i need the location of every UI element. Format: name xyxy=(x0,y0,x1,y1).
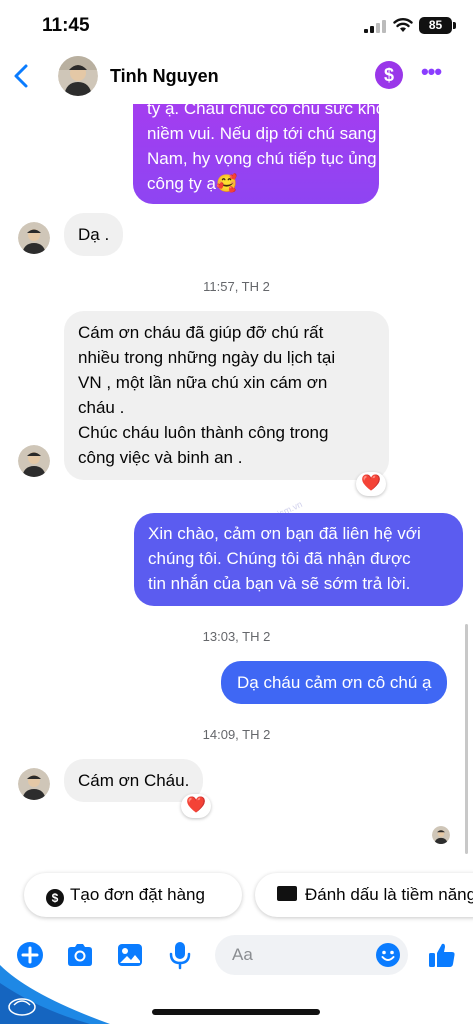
message-line: tin nhắn của bạn và sẽ sớm trả lời. xyxy=(148,574,411,593)
image-icon[interactable] xyxy=(115,940,145,970)
quick-actions: $ Tạo đơn đặt hàng Đánh dấu là tiềm năng xyxy=(0,873,473,919)
battery-cap xyxy=(453,22,456,29)
message-line: nhiều trong những ngày du lịch tại xyxy=(78,348,336,367)
dollar-icon[interactable]: $ xyxy=(375,61,403,89)
timestamp: 11:57, TH 2 xyxy=(203,279,270,294)
message-line: Dạ . xyxy=(78,225,110,244)
create-order-label: Tạo đơn đặt hàng xyxy=(70,885,205,904)
message-line: VN , một lần nữa chú xin cám ơn xyxy=(78,373,328,392)
heart-reaction[interactable]: ❤️ xyxy=(356,472,386,496)
avatar[interactable] xyxy=(18,445,50,477)
dollar-icon: $ xyxy=(46,889,64,907)
message-line: Xin chào, cảm ơn bạn đã liên hệ với xyxy=(148,524,421,543)
message-incoming[interactable]: Cám ơn Cháu. xyxy=(64,759,204,802)
create-order-button[interactable]: $ Tạo đơn đặt hàng xyxy=(24,873,242,917)
avatar[interactable] xyxy=(18,222,50,254)
message-line: công ty ạ🥰 xyxy=(147,174,238,193)
mark-lead-button[interactable]: Đánh dấu là tiềm năng xyxy=(255,873,473,917)
timestamp: 13:03, TH 2 xyxy=(202,629,271,644)
home-indicator[interactable] xyxy=(152,1009,320,1015)
message-line: Chúc cháu luôn thành công trong xyxy=(78,423,329,442)
message-line: Cám ơn cháu đã giúp đỡ chú rất xyxy=(78,323,324,342)
status-bar: 11:45 85 xyxy=(0,0,473,50)
message-line: Dạ cháu cảm ơn cô chú ạ xyxy=(237,673,432,692)
message-line: niềm vui. Nếu dịp tới chú sang Việt xyxy=(147,124,411,143)
chevron-left-icon[interactable] xyxy=(10,63,34,89)
message-incoming[interactable]: Cám ơn cháu đã giúp đỡ chú rất nhiều tro… xyxy=(64,311,389,480)
thumbs-up-icon[interactable] xyxy=(427,940,457,970)
message-outgoing[interactable]: Dạ cháu cảm ơn cô chú ạ xyxy=(221,661,448,704)
wifi-icon xyxy=(393,18,413,32)
message-line: công việc và binh an . xyxy=(78,448,243,467)
battery-level: 85 xyxy=(428,18,443,32)
conversation[interactable]: ty ạ. Cháu chúc cô chú sức khoẻ và niềm … xyxy=(0,104,473,860)
signal-icon xyxy=(364,20,386,33)
battery-icon: 85 xyxy=(419,17,452,34)
message-line: chúng tôi. Chúng tôi đã nhận được xyxy=(148,549,411,568)
status-time: 11:45 xyxy=(42,15,90,36)
message-line: Cám ơn Cháu. xyxy=(78,771,190,790)
scrollbar[interactable] xyxy=(465,624,468,854)
message-line: ty ạ. Cháu chúc cô chú sức khoẻ và xyxy=(147,104,418,118)
chat-header: Tinh Nguyen $ ••• xyxy=(0,50,473,104)
avatar[interactable] xyxy=(18,768,50,800)
message-outgoing[interactable]: Xin chào, cảm ơn bạn đã liên hệ với chún… xyxy=(134,513,463,606)
message-incoming[interactable]: Dạ . xyxy=(64,213,124,256)
timestamp: 14:09, TH 2 xyxy=(202,727,271,742)
contact-name[interactable]: Tinh Nguyen xyxy=(110,66,219,87)
smile-icon[interactable] xyxy=(376,943,400,967)
message-line: Nam, hy vọng chú tiếp tục ủng hộ xyxy=(147,149,401,168)
heart-reaction[interactable]: ❤️ xyxy=(181,794,211,818)
microphone-icon[interactable] xyxy=(165,940,195,970)
contact-avatar[interactable] xyxy=(58,56,98,96)
contact-card-icon xyxy=(277,886,297,901)
message-outgoing[interactable]: ty ạ. Cháu chúc cô chú sức khoẻ và niềm … xyxy=(133,104,418,204)
message-line: cháu . xyxy=(78,398,125,417)
mark-lead-label: Đánh dấu là tiềm năng xyxy=(305,885,473,904)
more-icon[interactable]: ••• xyxy=(418,61,444,88)
seen-avatar xyxy=(432,826,450,844)
brand-logo xyxy=(0,965,110,1024)
